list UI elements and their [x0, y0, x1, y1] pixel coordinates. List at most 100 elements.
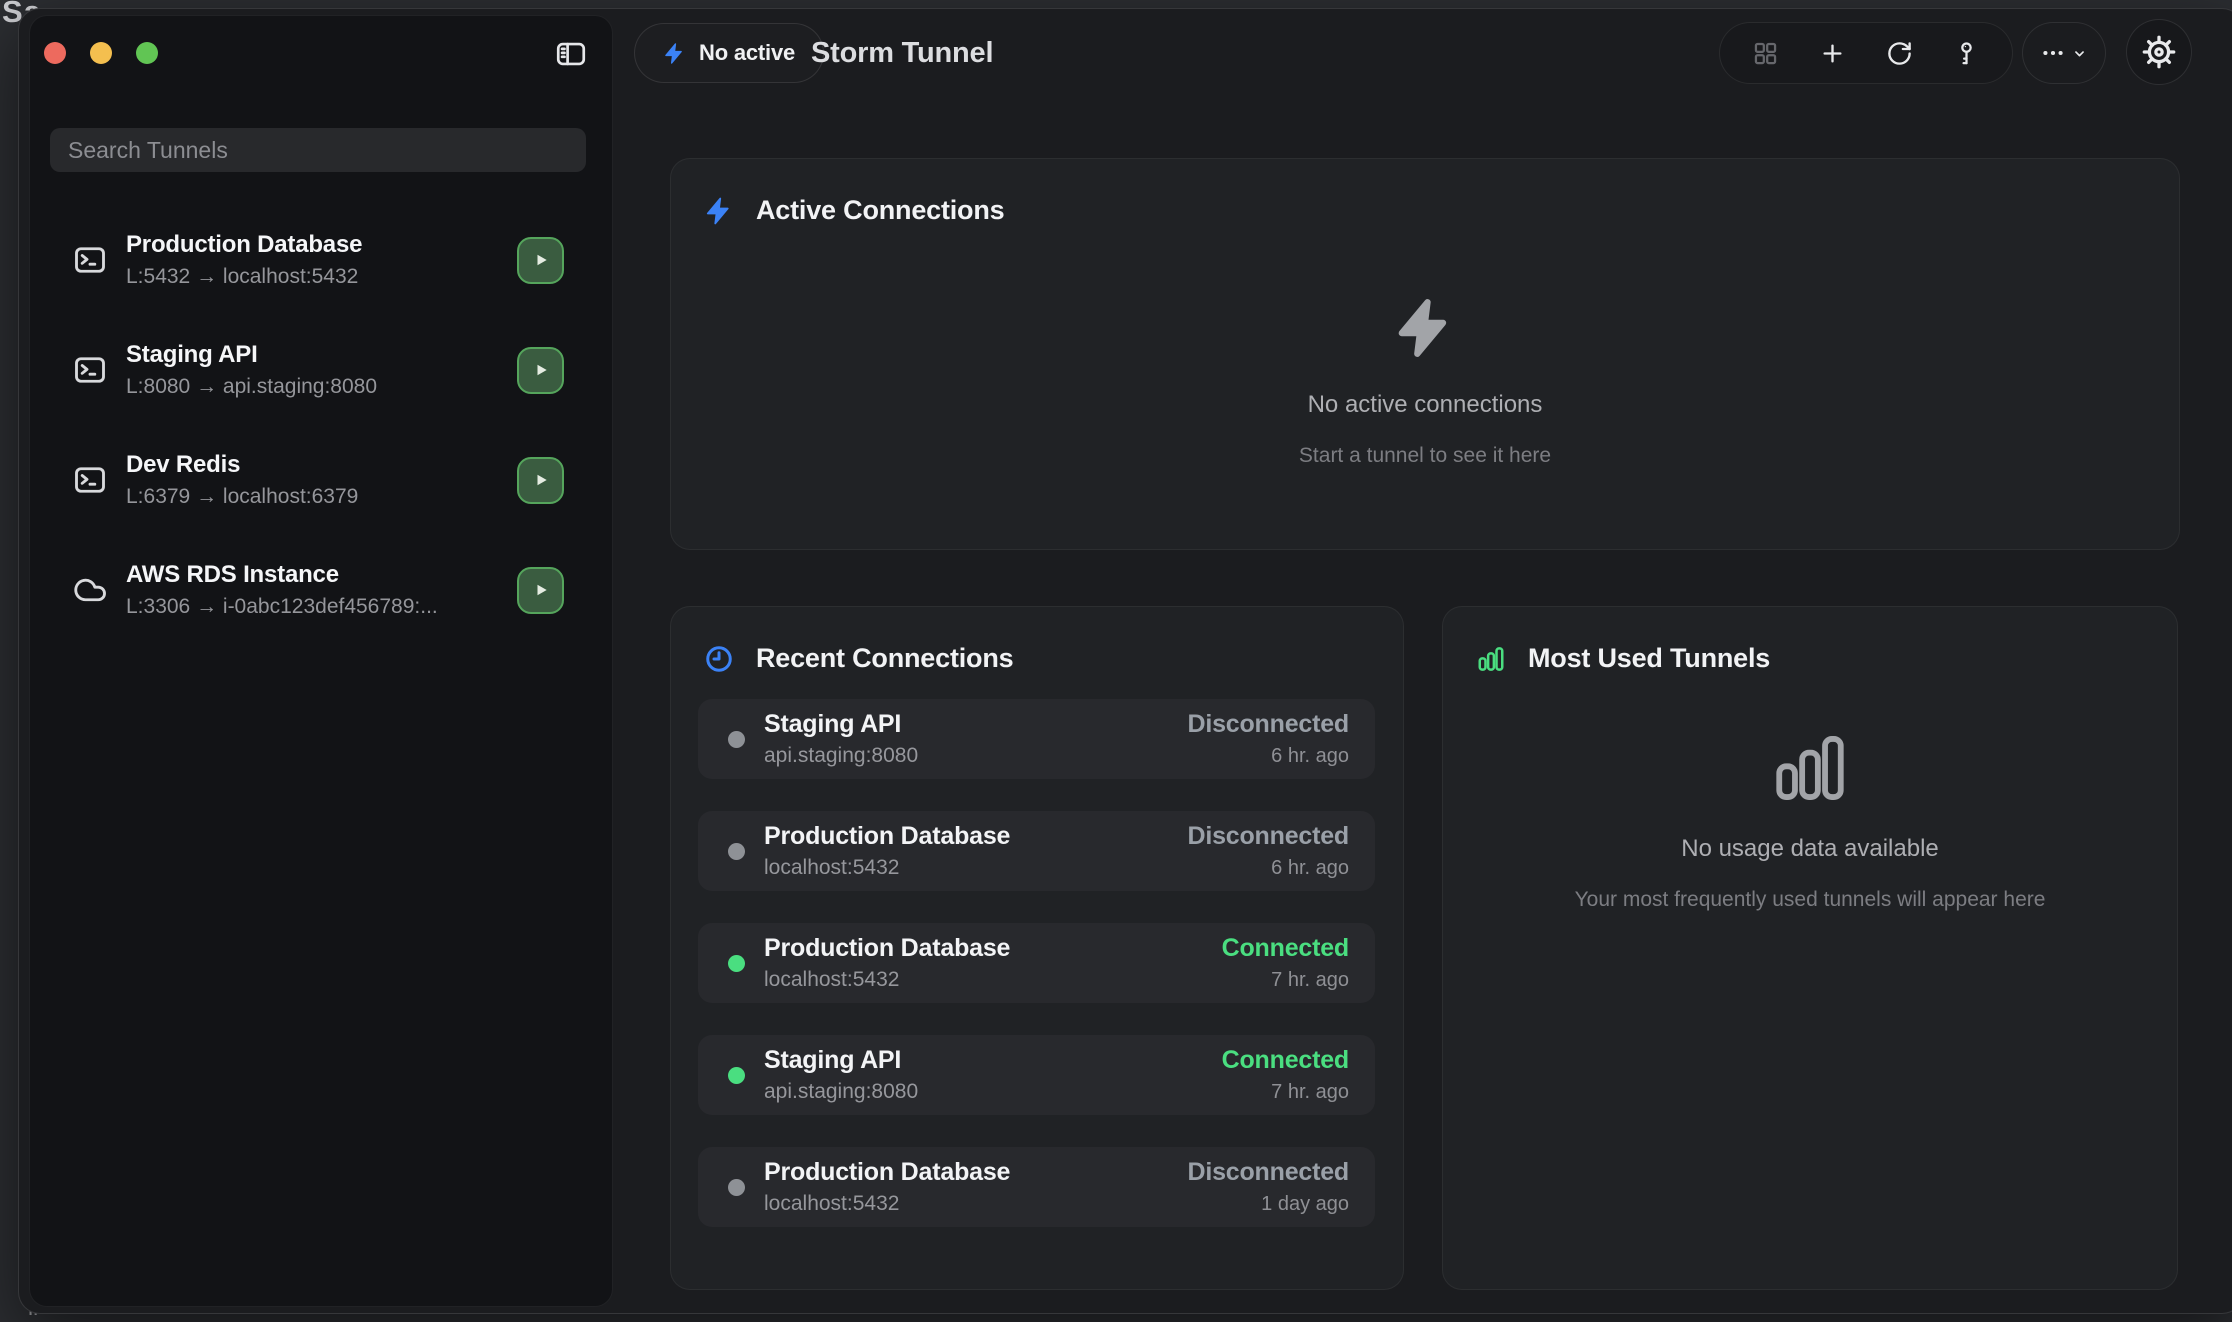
most-used-empty-state: No usage data available Your most freque…	[1443, 727, 2177, 912]
active-connections-card: Active Connections No active connections…	[670, 158, 2180, 550]
recent-connection-row[interactable]: Staging API api.staging:8080 Disconnecte…	[698, 699, 1375, 779]
connection-name: Production Database	[764, 822, 1168, 851]
card-title: Recent Connections	[756, 643, 1013, 674]
grid-icon	[1752, 40, 1779, 67]
card-title: Active Connections	[756, 195, 1004, 226]
connection-address: api.staging:8080	[764, 1080, 1203, 1104]
connection-name: Production Database	[764, 934, 1203, 963]
terminal-icon	[72, 242, 108, 278]
tunnel-name: Dev Redis	[126, 451, 358, 479]
tunnel-route: L:8080 → api.staging:8080	[126, 375, 377, 399]
keys-button[interactable]	[1945, 31, 1989, 75]
start-tunnel-button[interactable]	[517, 347, 564, 394]
search-input[interactable]	[50, 128, 586, 172]
plus-icon	[1819, 40, 1846, 67]
tunnel-route: L:3306 → i-0abc123def456789:...	[126, 595, 438, 619]
settings-button[interactable]	[2126, 19, 2192, 85]
more-options-button[interactable]	[2022, 22, 2106, 84]
empty-state-title: No active connections	[1308, 391, 1543, 419]
connection-address: api.staging:8080	[764, 744, 1168, 768]
status-dot	[728, 1067, 745, 1084]
connection-status: Connected	[1222, 1046, 1349, 1075]
clock-icon	[704, 644, 734, 674]
status-dot	[728, 955, 745, 972]
start-tunnel-button[interactable]	[517, 567, 564, 614]
active-empty-state: No active connections Start a tunnel to …	[671, 291, 2179, 468]
grid-view-button[interactable]	[1743, 31, 1787, 75]
connection-address: localhost:5432	[764, 1192, 1168, 1216]
empty-state-title: No usage data available	[1681, 835, 1939, 863]
tunnel-list-item[interactable]: Production Database L:5432 → localhost:5…	[72, 216, 564, 304]
connection-status: Disconnected	[1187, 710, 1349, 739]
page-title: Storm Tunnel	[811, 23, 993, 83]
tunnel-name: Production Database	[126, 231, 362, 259]
connection-time: 7 hr. ago	[1271, 969, 1349, 992]
add-tunnel-button[interactable]	[1810, 31, 1854, 75]
recent-connection-row[interactable]: Production Database localhost:5432 Disco…	[698, 811, 1375, 891]
connection-time: 1 day ago	[1261, 1193, 1349, 1216]
recent-connection-row[interactable]: Production Database localhost:5432 Conne…	[698, 923, 1375, 1003]
refresh-icon	[1886, 40, 1913, 67]
tunnel-route: L:6379 → localhost:6379	[126, 485, 358, 509]
sidebar-toggle-icon	[554, 37, 588, 74]
app-window: Production Database L:5432 → localhost:5…	[18, 8, 2232, 1314]
empty-state-subtitle: Start a tunnel to see it here	[1299, 444, 1551, 468]
status-dot	[728, 731, 745, 748]
ellipsis-icon	[2040, 40, 2066, 66]
status-dot	[728, 843, 745, 860]
chevron-down-icon	[2071, 45, 2088, 62]
connection-status: Connected	[1222, 934, 1349, 963]
tunnel-name: Staging API	[126, 341, 377, 369]
key-icon	[1953, 40, 1980, 67]
tunnel-route: L:5432 → localhost:5432	[126, 265, 362, 289]
gear-icon	[2141, 34, 2177, 70]
connection-name: Staging API	[764, 710, 1168, 739]
connection-status: Disconnected	[1187, 822, 1349, 851]
recent-connection-row[interactable]: Staging API api.staging:8080 Connected 7…	[698, 1035, 1375, 1115]
bar-chart-icon	[1769, 727, 1851, 809]
minimize-window-button[interactable]	[90, 42, 112, 64]
sidebar: Production Database L:5432 → localhost:5…	[29, 15, 613, 1307]
play-icon	[529, 248, 553, 272]
tunnel-list-item[interactable]: AWS RDS Instance L:3306 → i-0abc123def45…	[72, 546, 564, 634]
status-badge-label: No active	[699, 40, 795, 66]
bolt-icon	[1394, 291, 1456, 365]
status-badge[interactable]: No active	[634, 23, 824, 83]
connection-time: 6 hr. ago	[1271, 857, 1349, 880]
play-icon	[529, 578, 553, 602]
connection-name: Production Database	[764, 1158, 1168, 1187]
cloud-icon	[72, 572, 108, 608]
tunnel-list-item[interactable]: Staging API L:8080 → api.staging:8080	[72, 326, 564, 414]
close-window-button[interactable]	[44, 42, 66, 64]
play-icon	[529, 468, 553, 492]
status-dot	[728, 1179, 745, 1196]
refresh-button[interactable]	[1878, 31, 1922, 75]
bolt-icon	[704, 196, 734, 226]
recent-connections-list: Staging API api.staging:8080 Disconnecte…	[698, 699, 1375, 1259]
terminal-icon	[72, 462, 108, 498]
connection-address: localhost:5432	[764, 968, 1203, 992]
play-icon	[529, 358, 553, 382]
tunnel-list-item[interactable]: Dev Redis L:6379 → localhost:6379	[72, 436, 564, 524]
connection-time: 6 hr. ago	[1271, 745, 1349, 768]
toolbar	[1719, 22, 2013, 84]
connection-address: localhost:5432	[764, 856, 1168, 880]
card-title: Most Used Tunnels	[1528, 643, 1770, 674]
bolt-icon	[663, 42, 686, 65]
tunnel-list: Production Database L:5432 → localhost:5…	[30, 216, 612, 656]
bar-chart-icon	[1476, 644, 1506, 674]
connection-status: Disconnected	[1187, 1158, 1349, 1187]
connection-name: Staging API	[764, 1046, 1203, 1075]
most-used-tunnels-card: Most Used Tunnels No usage data availabl…	[1442, 606, 2178, 1290]
zoom-window-button[interactable]	[136, 42, 158, 64]
terminal-icon	[72, 352, 108, 388]
start-tunnel-button[interactable]	[517, 237, 564, 284]
tunnel-name: AWS RDS Instance	[126, 561, 438, 589]
start-tunnel-button[interactable]	[517, 457, 564, 504]
toggle-sidebar-button[interactable]	[552, 36, 590, 74]
window-controls	[44, 42, 158, 64]
empty-state-subtitle: Your most frequently used tunnels will a…	[1575, 888, 2046, 912]
connection-time: 7 hr. ago	[1271, 1081, 1349, 1104]
recent-connections-card: Recent Connections Staging API api.stagi…	[670, 606, 1404, 1290]
recent-connection-row[interactable]: Production Database localhost:5432 Disco…	[698, 1147, 1375, 1227]
